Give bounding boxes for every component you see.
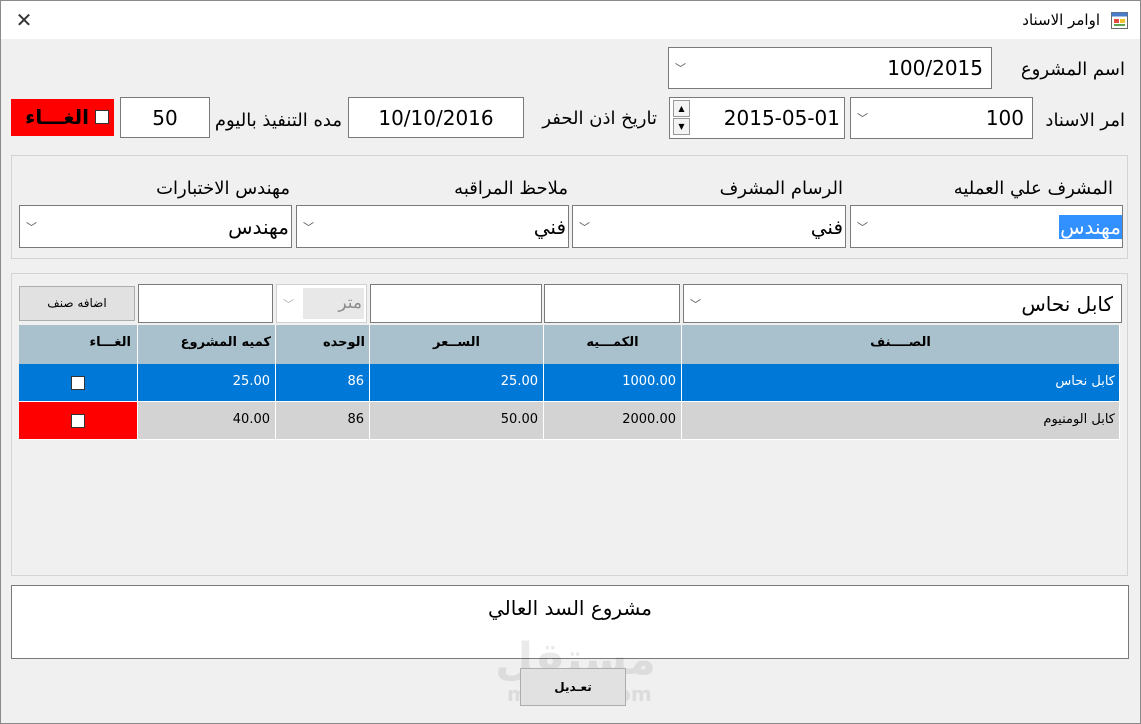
chevron-down-icon[interactable]: ﹀ (857, 110, 868, 126)
cell-cancel[interactable] (19, 364, 138, 402)
notes-value: مشروع السد العالي (487, 596, 653, 620)
dig-permit-value: 10/10/2016 (378, 105, 494, 130)
table-row[interactable]: كابل الومنيوم 2000.00 50.00 86 40.00 (19, 402, 1120, 440)
chevron-down-icon[interactable]: ﹀ (857, 219, 868, 235)
item-value: كابل نحاس (1021, 291, 1113, 316)
cell-quantity[interactable]: 1000.00 (544, 364, 682, 402)
draftsman-combo[interactable]: فني ﹀ (572, 205, 846, 248)
form-icon (1111, 12, 1128, 29)
draftsman-label: الرسام المشرف (719, 178, 843, 199)
grid-header-cancel[interactable]: الغـــاء (19, 325, 138, 364)
grid-header-price[interactable]: الســعر (370, 325, 544, 364)
title-bar: ✕ اوامر الاسناد (1, 1, 1140, 39)
spin-up-icon[interactable]: ▲ (673, 100, 690, 117)
project-qty-input[interactable] (138, 284, 273, 323)
chevron-down-icon[interactable]: ﹀ (690, 296, 701, 312)
dig-permit-date-field[interactable]: 10/10/2016 (348, 97, 524, 138)
items-grid: الصــــنف الكمـــيه الســعر الوحده كميه … (19, 325, 1120, 571)
project-combo[interactable]: 100/2015 ﹀ (668, 47, 992, 89)
window-title: اوامر الاسناد (1022, 11, 1100, 29)
cell-cancel[interactable] (19, 402, 138, 440)
chevron-down-icon[interactable]: ﹀ (303, 219, 314, 235)
test-engineer-label: مهندس الاختبارات (156, 178, 290, 199)
cell-item[interactable]: كابل نحاس (682, 364, 1120, 402)
grid-empty-area (19, 440, 1120, 571)
order-value: 100 (985, 106, 1024, 130)
order-date-value: 2015-05-01 (723, 106, 840, 130)
duration-label: مده التنفيذ باليوم (214, 110, 342, 131)
cancel-order-checkbox[interactable]: الغـــاء (11, 99, 114, 136)
row-cancel-checkbox[interactable] (71, 376, 85, 390)
table-row[interactable]: كابل نحاس 1000.00 25.00 86 25.00 (19, 364, 1120, 402)
chevron-down-icon: ﹀ (283, 298, 294, 311)
spin-down-icon[interactable]: ▼ (673, 118, 690, 135)
chevron-down-icon[interactable]: ﹀ (26, 219, 37, 235)
dig-permit-label: تاريخ اذن الحفر (542, 108, 657, 129)
draftsman-value: فني (810, 214, 843, 239)
test-engineer-value: مهندس (228, 214, 289, 239)
observer-combo[interactable]: فني ﹀ (296, 205, 569, 248)
edit-button[interactable]: تعـديل (520, 668, 626, 706)
cell-quantity[interactable]: 2000.00 (544, 402, 682, 440)
grid-header-unit[interactable]: الوحده (276, 325, 370, 364)
cell-project-qty[interactable]: 25.00 (138, 364, 276, 402)
duration-value: 50 (152, 105, 178, 130)
cell-item[interactable]: كابل الومنيوم (682, 402, 1120, 440)
close-icon[interactable]: ✕ (13, 9, 35, 31)
observer-label: ملاحظ المراقبه (454, 178, 568, 199)
supervisor-combo[interactable]: مهندس ﹀ (850, 205, 1123, 248)
supervisor-label: المشرف علي العمليه (953, 178, 1113, 199)
cell-price[interactable]: 50.00 (370, 402, 544, 440)
add-item-button[interactable]: اضافه صنف (19, 286, 135, 321)
chevron-down-icon[interactable]: ﹀ (675, 60, 686, 76)
quantity-input[interactable] (544, 284, 680, 323)
project-value: 100/2015 (887, 56, 983, 80)
order-date-picker[interactable]: 2015-05-01 ▲ ▼ (669, 97, 845, 139)
cancel-order-checkbox-box[interactable] (95, 110, 109, 124)
price-input[interactable] (370, 284, 542, 323)
row-cancel-checkbox[interactable] (71, 414, 85, 428)
cell-unit[interactable]: 86 (276, 364, 370, 402)
item-combo[interactable]: كابل نحاس ﹀ (683, 284, 1122, 323)
order-label: امر الاسناد (1045, 110, 1125, 131)
cell-project-qty[interactable]: 40.00 (138, 402, 276, 440)
unit-value: متر (303, 288, 364, 319)
unit-combo: متر ﹀ (276, 284, 367, 323)
grid-header-project-qty[interactable]: كميه المشروع (138, 325, 276, 364)
grid-header-item[interactable]: الصــــنف (682, 325, 1120, 364)
project-label: اسم المشروع (1020, 59, 1125, 80)
order-combo[interactable]: 100 ﹀ (850, 97, 1033, 139)
cell-price[interactable]: 25.00 (370, 364, 544, 402)
duration-field[interactable]: 50 (120, 97, 210, 138)
observer-value: فني (533, 214, 566, 239)
cancel-order-label: الغـــاء (25, 105, 89, 129)
grid-header-quantity[interactable]: الكمـــيه (544, 325, 682, 364)
test-engineer-combo[interactable]: مهندس ﹀ (19, 205, 292, 248)
chevron-down-icon[interactable]: ﹀ (579, 219, 590, 235)
supervisor-value: مهندس (1059, 214, 1122, 239)
cell-unit[interactable]: 86 (276, 402, 370, 440)
